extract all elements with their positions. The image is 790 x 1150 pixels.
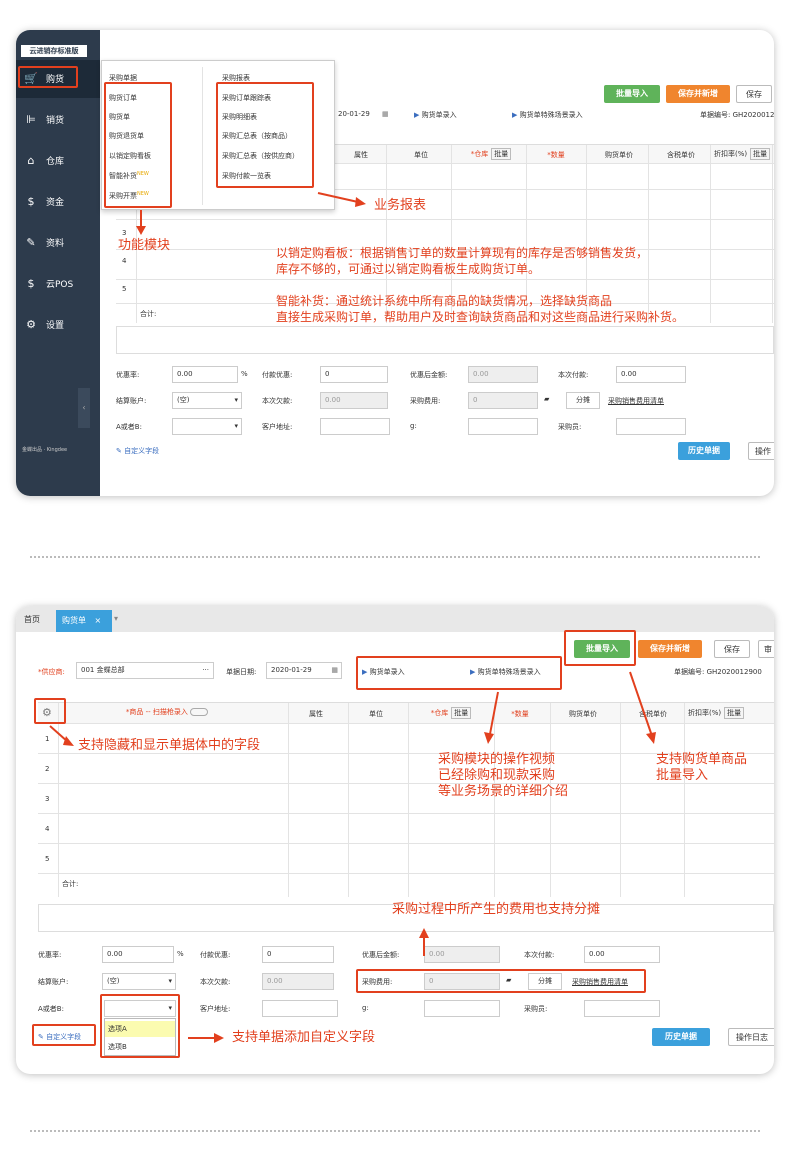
- annotation-video-2: 已经除购和现款采购: [438, 768, 556, 783]
- arrow-head: [214, 1033, 224, 1043]
- annotation-fee-split: 采购过程中所产生的费用也支持分摊: [392, 902, 601, 917]
- annotation-hide-fields: 支持隐藏和显示单据体中的字段: [78, 738, 261, 753]
- annotation-video-1: 采购模块的操作视频: [438, 752, 556, 767]
- arrow-head: [136, 226, 146, 235]
- card-purchase-menu: 云进销存标准版 🛒 购货 ⊫ 销货 ⌂ 仓库 $ 资金 ✎ 资料 $ 云POS ⚙ 设置 ‹ …: [16, 30, 774, 496]
- card-purchase-form: 首页 购货单 × ▾ 批量导入 保存并新增 保存 审 *供应商: 001 金蝶总…: [16, 606, 774, 1074]
- divider-dots: [30, 556, 760, 558]
- arrow-head: [355, 197, 366, 207]
- annotation-board-2: 库存不够的，可通过以销定购看板生成购货订单。: [276, 262, 541, 276]
- arrow-head: [484, 732, 494, 744]
- annotation-replenish-2: 直接生成采购订单，帮助用户及时查询缺货商品和对这些商品进行采购补货。: [276, 310, 685, 324]
- annotation-custom-field: 支持单据添加自定义字段: [232, 1030, 376, 1045]
- arrow-head: [646, 732, 656, 744]
- arrow-head: [63, 736, 74, 746]
- arrow-head: [419, 928, 429, 938]
- annotation-arrows: [49, 671, 656, 1043]
- annotation-import-1: 支持购货单商品: [656, 752, 748, 767]
- annotation-reports: 业务报表: [374, 198, 427, 213]
- annotation-video-3: 等业务场景的详细介绍: [438, 784, 569, 799]
- annotation-replenish-1: 智能补货：通过统计系统中所有商品的缺货情况，选择缺货商品: [276, 294, 613, 308]
- annotation-board-1: 以销定购看板：根据销售订单的数量计算现有的库存是否够销售发货，: [276, 246, 649, 260]
- annotation-import-2: 批量导入: [656, 768, 709, 783]
- divider-dots: [30, 1130, 760, 1132]
- annotation-func-modules: 功能模块: [118, 238, 171, 253]
